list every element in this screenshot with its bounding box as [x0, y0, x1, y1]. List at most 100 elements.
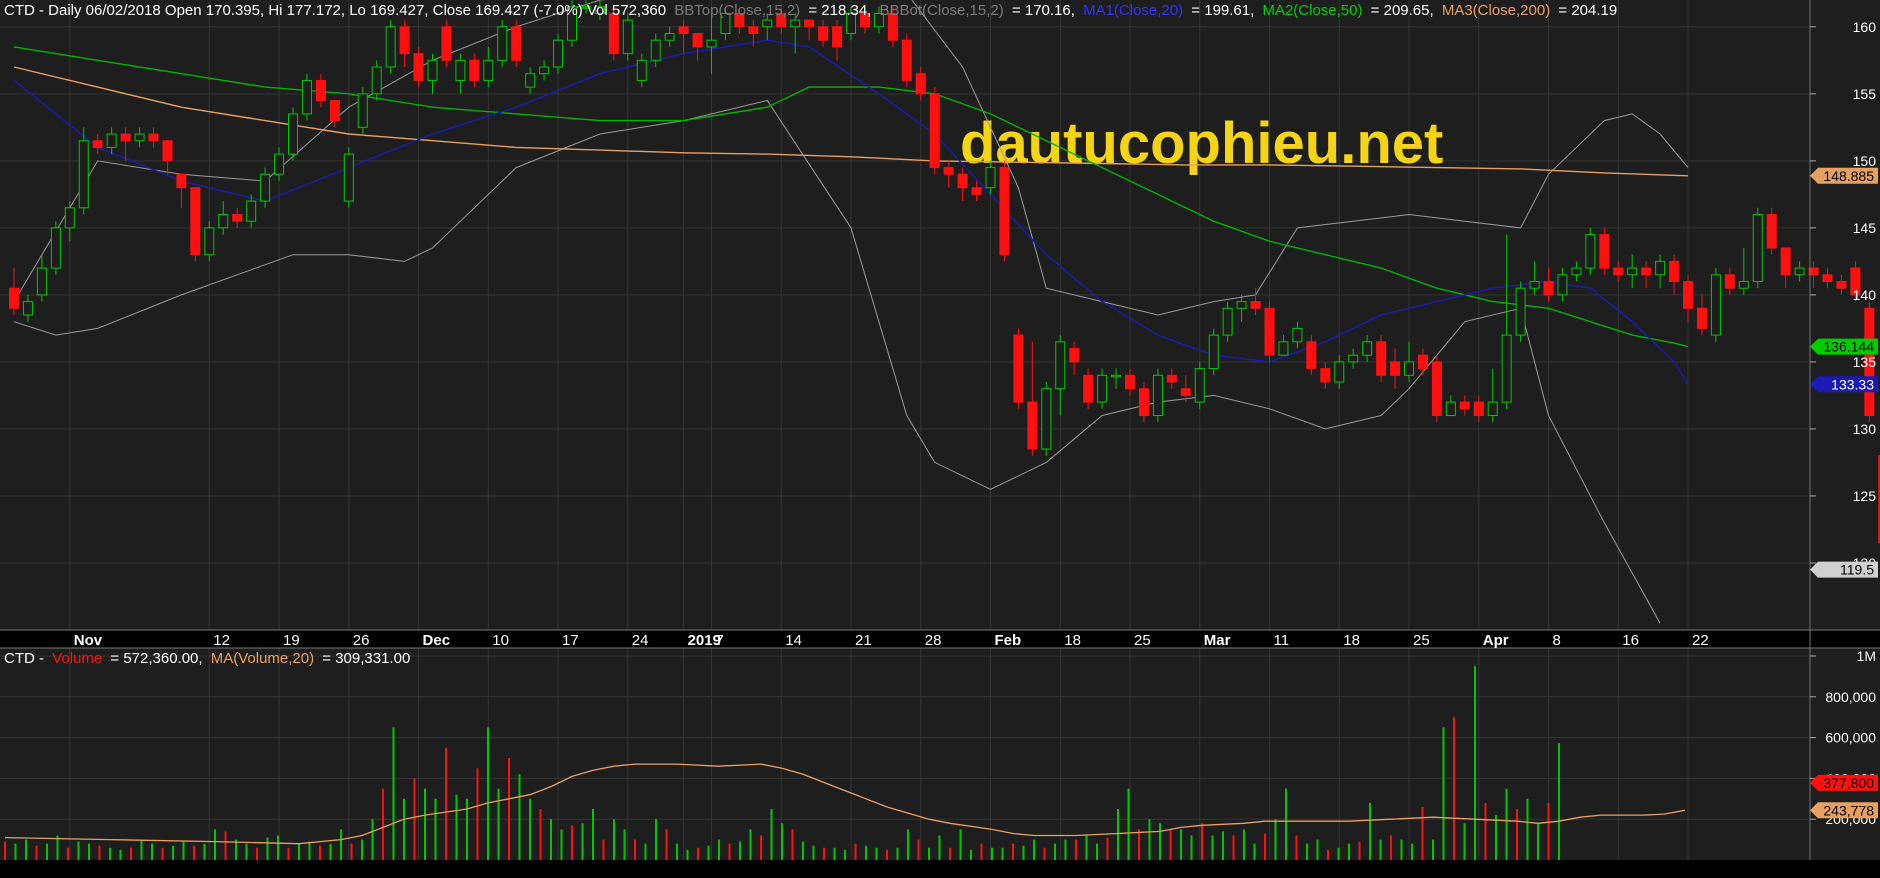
- candle-up: [78, 140, 89, 209]
- candle-down: [748, 26, 759, 35]
- candle-up: [1515, 287, 1526, 336]
- date-label: 18: [1343, 632, 1360, 649]
- candle-down: [608, 12, 619, 55]
- candle-up: [1557, 274, 1568, 296]
- candle-down: [1780, 247, 1791, 276]
- candle-down: [1390, 361, 1401, 376]
- candle-down: [176, 173, 187, 189]
- candle-down: [120, 133, 131, 142]
- candle-down: [441, 26, 452, 61]
- candle-up: [636, 59, 647, 81]
- candle-down: [678, 26, 689, 35]
- date-label: 16: [1622, 632, 1639, 649]
- candle-down: [901, 39, 912, 81]
- candle-down: [1027, 401, 1038, 450]
- date-label: 24: [632, 632, 649, 649]
- volume-tick-label: 1M: [1857, 648, 1876, 664]
- candle-down: [915, 73, 926, 95]
- candle-down: [1641, 267, 1652, 276]
- candle-down: [1669, 260, 1680, 282]
- candle-up: [1445, 401, 1456, 417]
- candle-up: [1362, 341, 1373, 356]
- date-label: 10: [492, 632, 509, 649]
- candle-down: [1069, 348, 1080, 363]
- candle-down: [92, 140, 103, 148]
- candle-up: [343, 153, 354, 202]
- price-tick-label: 125: [1853, 488, 1877, 504]
- candle-down: [1836, 280, 1847, 289]
- date-label: 11: [1274, 632, 1290, 649]
- candle-up: [1208, 334, 1219, 370]
- price-tick-label: 130: [1853, 421, 1877, 437]
- price-tick-label: 140: [1853, 287, 1877, 303]
- candle-down: [162, 140, 173, 162]
- candle-up: [553, 39, 564, 68]
- candle-up: [664, 33, 675, 41]
- date-label: 14: [785, 632, 802, 649]
- bbbot-value: = 170.16,: [1012, 2, 1075, 19]
- price-value-label: 148.885: [1823, 168, 1874, 184]
- date-label: 19: [283, 632, 300, 649]
- candle-down: [1306, 341, 1317, 370]
- candle-down: [1696, 307, 1707, 329]
- date-label: 25: [1413, 632, 1430, 649]
- candle-down: [1683, 280, 1693, 309]
- candle-down: [1599, 234, 1610, 269]
- volume-axis-bg: [1810, 648, 1880, 860]
- ma2-label: MA2(Close,50): [1262, 2, 1362, 19]
- date-label: Nov: [74, 632, 103, 649]
- candle-down: [1724, 274, 1735, 289]
- candle-up: [1752, 213, 1763, 282]
- price-tick-label: 135: [1853, 354, 1877, 370]
- price-value-label: 136.144: [1823, 339, 1874, 355]
- candle-up: [1738, 280, 1749, 289]
- ma1-label: MA1(Close,20): [1083, 2, 1183, 19]
- volume-ma-label: MA(Volume,20): [211, 650, 314, 667]
- ma3-value: = 204.19: [1558, 2, 1617, 19]
- candle-down: [1766, 213, 1777, 249]
- candle-up: [1585, 234, 1596, 269]
- bbtop-value: = 218.34,: [808, 2, 871, 19]
- candle-up: [1487, 401, 1498, 417]
- candle-up: [134, 133, 145, 142]
- candle-down: [1822, 274, 1833, 282]
- candle-up: [50, 227, 61, 269]
- candle-down: [399, 26, 410, 55]
- candle-up: [246, 200, 257, 222]
- candle-up: [1710, 274, 1721, 336]
- candle-up: [622, 19, 633, 55]
- candle-up: [762, 19, 773, 28]
- stock-chart[interactable]: dautucophieu.net 12012513013514014515015…: [0, 0, 1880, 878]
- candle-up: [288, 113, 298, 155]
- candle-up: [1041, 388, 1052, 450]
- date-axis: Nov 12 19 26 Dec 10 17 24 20197 14 21 28 Feb 18 25 Mar 1…: [74, 632, 1709, 649]
- price-tick-label: 145: [1853, 220, 1877, 236]
- date-label: 12: [213, 632, 230, 649]
- date-label: 26: [353, 632, 370, 649]
- candle-down: [957, 173, 968, 189]
- candle-down: [1250, 301, 1261, 309]
- candle-down: [1180, 388, 1191, 396]
- price-tick-label: 155: [1853, 86, 1877, 102]
- candle-up: [1097, 374, 1108, 403]
- candle-down: [315, 79, 326, 102]
- candle-down: [971, 187, 982, 195]
- candle-down: [148, 133, 159, 142]
- candle-up: [106, 133, 117, 148]
- volume-tick-label: 600,000: [1825, 730, 1876, 746]
- date-label: 7: [716, 632, 724, 649]
- candle-up: [1222, 307, 1233, 336]
- candle-up: [1194, 368, 1205, 403]
- candle-down: [1376, 341, 1387, 376]
- candle-down: [1320, 368, 1331, 383]
- ma1-value: = 199.61,: [1191, 2, 1254, 19]
- candle-up: [1055, 341, 1066, 390]
- candle-up: [1348, 354, 1359, 363]
- date-label: 25: [1134, 632, 1151, 649]
- date-label: 21: [855, 632, 872, 649]
- candle-up: [1655, 260, 1666, 276]
- candle-up: [1111, 374, 1122, 378]
- candle-down: [232, 213, 243, 222]
- candle-down: [1083, 374, 1094, 403]
- date-label: Apr: [1483, 632, 1509, 649]
